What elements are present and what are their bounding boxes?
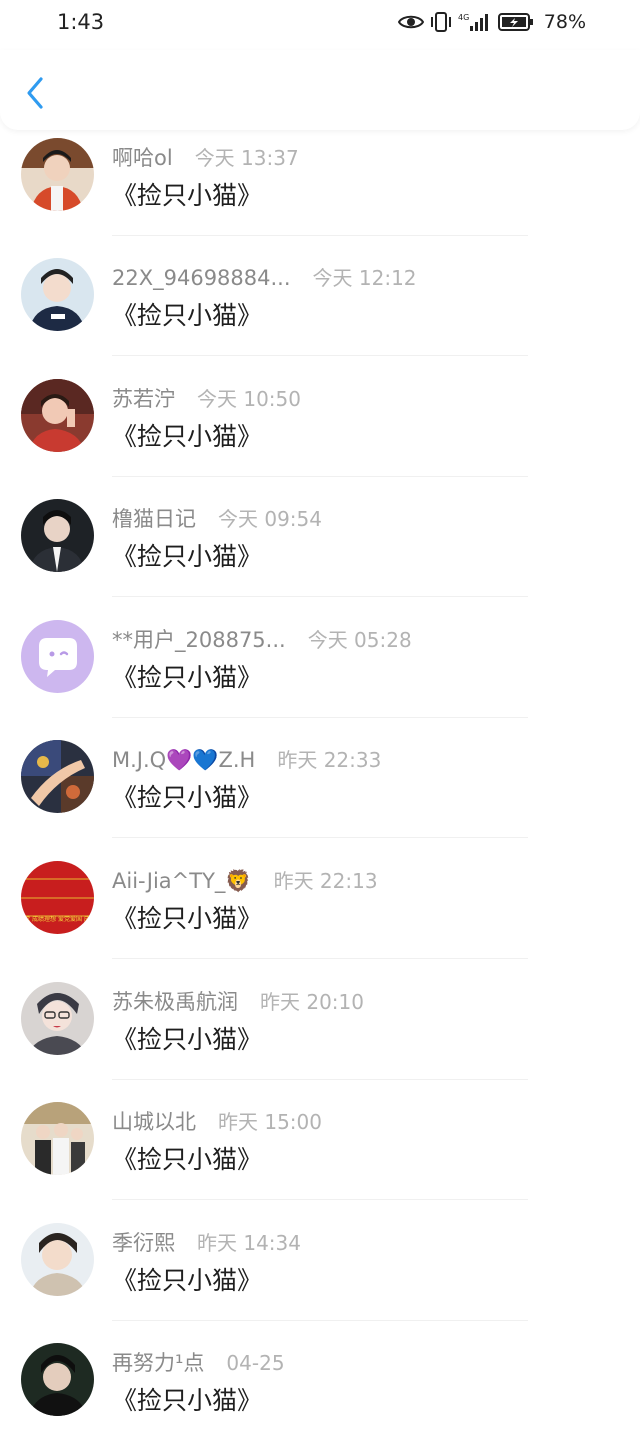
comment-text: 《捡只小猫》 (112, 1266, 263, 1295)
list-item[interactable]: 橹猫日记 今天 09:54 《捡只小猫》 (0, 491, 640, 611)
divider (112, 837, 528, 838)
battery-icon (497, 12, 534, 32)
network-label: 4G (458, 13, 469, 22)
avatar[interactable] (21, 620, 94, 693)
timestamp: 昨天 22:13 (273, 869, 378, 893)
comment-text: 《捡只小猫》 (112, 1145, 263, 1174)
timestamp: 昨天 20:10 (260, 990, 364, 1014)
divider (112, 1079, 528, 1080)
avatar[interactable] (21, 258, 94, 331)
timestamp: 今天 05:28 (307, 628, 412, 652)
comment-meta: 苏若泞 今天 10:50 (112, 383, 301, 413)
divider (112, 596, 528, 597)
username[interactable]: 季衍熙 (112, 1227, 175, 1257)
comment-meta: Aii-Jia^TY_🦁 昨天 22:13 (112, 865, 378, 894)
comment-text: 《捡只小猫》 (112, 783, 263, 812)
list-item[interactable]: 啊哈ol 今天 13:37 《捡只小猫》 (0, 130, 640, 250)
list-item[interactable]: 苏若泞 今天 10:50 《捡只小猫》 (0, 371, 640, 491)
comment-meta: 22X_94698884... 今天 12:12 (112, 262, 417, 291)
back-button[interactable] (18, 70, 52, 116)
username[interactable]: 再努力¹点 (112, 1347, 204, 1377)
username[interactable]: 苏若泞 (112, 383, 175, 413)
list-item[interactable]: 22X_94698884... 今天 12:12 《捡只小猫》 (0, 250, 640, 370)
vibrate-icon (430, 12, 452, 32)
username[interactable]: 橹猫日记 (112, 503, 196, 533)
avatar[interactable] (21, 1102, 94, 1175)
eye-icon (397, 13, 424, 31)
comment-meta: **用户_208875... 今天 05:28 (112, 624, 412, 654)
comment-text: 《捡只小猫》 (112, 904, 263, 933)
signal-icon: 4G (458, 12, 492, 32)
avatar[interactable] (21, 1343, 94, 1416)
username[interactable]: Aii-Jia^TY_🦁 (112, 869, 252, 894)
status-time: 1:43 (57, 10, 105, 34)
battery-level: 78% (543, 11, 586, 33)
username[interactable]: 啊哈ol (112, 142, 173, 172)
comment-meta: 再努力¹点 04-25 (112, 1347, 285, 1377)
timestamp: 昨天 22:33 (277, 748, 382, 772)
comment-meta: 山城以北 昨天 15:00 (112, 1106, 322, 1136)
list-item[interactable]: 山城以北 昨天 15:00 《捡只小猫》 (0, 1094, 640, 1214)
comment-text: 《捡只小猫》 (112, 1386, 263, 1415)
divider (112, 717, 528, 718)
list-item[interactable]: 心中有党 成绩理想 爱党爱国 成绩高涨 Aii-Jia^TY_🦁 昨天 22:1… (0, 853, 640, 973)
avatar[interactable] (21, 379, 94, 452)
avatar[interactable]: 心中有党 成绩理想 爱党爱国 成绩高涨 (21, 861, 94, 934)
status-icons: 4G 78% (397, 11, 586, 33)
status-bar: 1:43 4G 78% (0, 0, 640, 50)
comment-text: 《捡只小猫》 (112, 181, 263, 210)
avatar[interactable] (21, 1223, 94, 1296)
divider (112, 235, 528, 236)
timestamp: 今天 09:54 (218, 507, 322, 531)
avatar[interactable] (21, 740, 94, 813)
username[interactable]: 苏朱极禹航润 (112, 986, 238, 1016)
username[interactable]: 山城以北 (112, 1106, 196, 1136)
comment-text: 《捡只小猫》 (112, 663, 263, 692)
timestamp: 04-25 (226, 1351, 285, 1375)
list-item[interactable]: 季衍熙 昨天 14:34 《捡只小猫》 (0, 1215, 640, 1335)
username[interactable]: **用户_208875... (112, 624, 286, 654)
comment-text: 《捡只小猫》 (112, 1025, 263, 1054)
avatar-slogan: 心中有党 成绩理想 爱党爱国 成绩高涨 (21, 915, 94, 923)
comment-meta: 啊哈ol 今天 13:37 (112, 142, 299, 172)
comment-text: 《捡只小猫》 (112, 301, 263, 330)
comment-meta: 苏朱极禹航润 昨天 20:10 (112, 986, 364, 1016)
timestamp: 今天 12:12 (312, 266, 417, 290)
username[interactable]: 22X_94698884... (112, 266, 291, 290)
chevron-left-icon (27, 77, 43, 109)
list-item[interactable]: M.J.Q💜💙Z.H 昨天 22:33 《捡只小猫》 (0, 732, 640, 852)
comment-meta: 橹猫日记 今天 09:54 (112, 503, 322, 533)
avatar[interactable] (21, 499, 94, 572)
avatar[interactable] (21, 138, 94, 211)
divider (112, 476, 528, 477)
divider (112, 1320, 528, 1321)
list-item[interactable]: 再努力¹点 04-25 《捡只小猫》 (0, 1335, 640, 1455)
avatar[interactable] (21, 982, 94, 1055)
comment-meta: M.J.Q💜💙Z.H 昨天 22:33 (112, 744, 381, 773)
timestamp: 昨天 15:00 (218, 1110, 322, 1134)
comment-text: 《捡只小猫》 (112, 542, 263, 571)
list-item[interactable]: 苏朱极禹航润 昨天 20:10 《捡只小猫》 (0, 974, 640, 1094)
divider (112, 1199, 528, 1200)
divider (112, 958, 528, 959)
comment-meta: 季衍熙 昨天 14:34 (112, 1227, 301, 1257)
username[interactable]: M.J.Q💜💙Z.H (112, 748, 255, 773)
divider (112, 355, 528, 356)
timestamp: 今天 13:37 (194, 146, 299, 170)
comment-text: 《捡只小猫》 (112, 422, 263, 451)
timestamp: 昨天 14:34 (197, 1231, 301, 1255)
timestamp: 今天 10:50 (197, 387, 301, 411)
header-bar (0, 50, 640, 130)
list-item[interactable]: **用户_208875... 今天 05:28 《捡只小猫》 (0, 612, 640, 732)
